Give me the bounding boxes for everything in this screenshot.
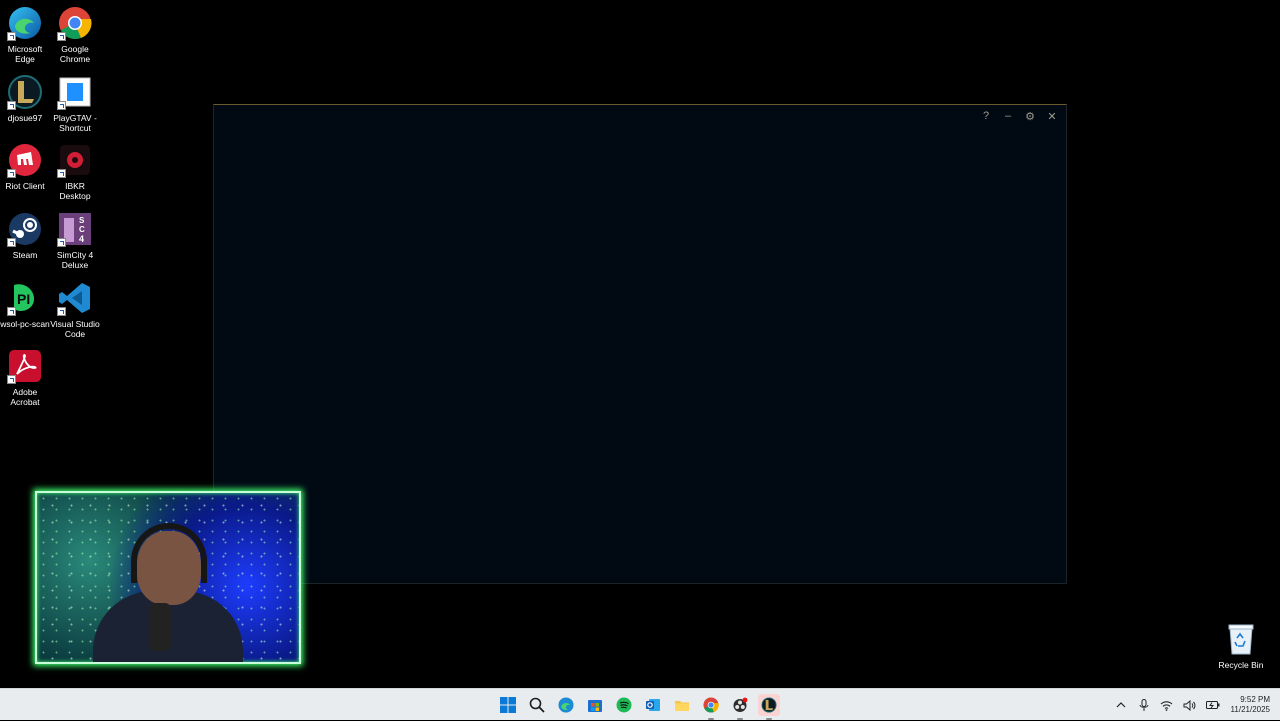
steam-icon [7,211,43,247]
desktop: Microsoft Edge djosue97 Riot Client Stea… [0,0,1280,688]
chrome-icon [57,5,93,41]
taskbar-spotify[interactable] [613,694,635,716]
spotify-icon [616,697,632,713]
league-of-legends-icon [7,74,43,110]
outlook-icon [646,699,660,711]
desktop-icon-label: djosue97 [7,113,43,123]
desktop-icon-label: Visual Studio Code [50,319,100,339]
desktop-icon-google-chrome[interactable]: Google Chrome [50,5,100,64]
taskbar-file-explorer[interactable] [671,694,693,716]
svg-text:C: C [79,225,85,234]
folder-icon [675,701,689,711]
chrome-icon [703,697,719,713]
clock-time: 9:52 PM [1240,695,1270,704]
file-shortcut-icon [57,74,93,110]
desktop-icon-label: SimCity 4 Deluxe [56,250,94,270]
desktop-icon-djosue97[interactable]: djosue97 [0,74,50,123]
desktop-icon-label: IBKR Desktop [59,181,91,201]
system-tray: 9:52 PM 11/21/2025 [1114,689,1280,721]
edge-icon [558,697,574,713]
taskbar-league-client[interactable] [758,694,780,720]
taskbar-clock[interactable]: 9:52 PM 11/21/2025 [1231,695,1270,715]
taskbar: 9:52 PM 11/21/2025 [0,688,1280,720]
league-of-legends-icon [761,697,777,713]
desktop-icon-visual-studio-code[interactable]: Visual Studio Code [50,280,100,339]
desktop-icon-wsol-pc-scan[interactable]: PI wsol-pc-scan [0,280,50,329]
svg-text:4: 4 [79,234,84,244]
desktop-icon-label: Google Chrome [59,44,91,64]
desktop-icon-label: Steam [12,250,38,260]
vscode-icon [57,280,93,316]
taskbar-apps [497,689,780,721]
taskbar-obs[interactable] [729,694,751,720]
svg-text:PI: PI [17,291,30,307]
windows-logo-icon [500,697,516,713]
desktop-icon-adobe-acrobat[interactable]: Adobe Acrobat [0,348,50,407]
ibkr-icon [57,142,93,178]
pycharm-icon: PI [7,280,43,316]
settings-button[interactable]: ⚙ [1022,108,1038,124]
wifi-icon[interactable] [1160,698,1174,712]
window-controls: ? – ⚙ ✕ [978,108,1060,124]
svg-text:S: S [79,216,85,225]
desktop-icon-simcity-4[interactable]: S C 4 SimCity 4 Deluxe [50,211,100,270]
desktop-icon-label: Riot Client [5,181,45,191]
recycle-bin-icon [1226,622,1256,656]
simcity-icon: S C 4 [57,211,93,247]
battery-icon[interactable] [1205,698,1220,712]
taskbar-outlook[interactable] [642,694,664,716]
help-button[interactable]: ? [978,108,994,124]
adobe-acrobat-icon [7,348,43,384]
league-client-window[interactable]: ? – ⚙ ✕ [213,104,1067,584]
search-button[interactable] [526,694,548,716]
clock-date: 11/21/2025 [1230,705,1270,714]
taskbar-edge[interactable] [555,694,577,716]
taskbar-store[interactable] [584,694,606,716]
microphone-icon[interactable] [1137,698,1151,712]
microsoft-store-icon [588,700,602,712]
webcam-overlay [35,491,301,664]
search-icon [529,697,545,713]
start-button[interactable] [497,694,519,716]
desktop-icon-label: Microsoft Edge [7,44,43,64]
edge-icon [7,5,43,41]
close-button[interactable]: ✕ [1044,108,1060,124]
recycle-bin-label: Recycle Bin [1218,660,1264,670]
desktop-icon-steam[interactable]: Steam [0,211,50,260]
desktop-icon-riot-client[interactable]: Riot Client [0,142,50,191]
desktop-icon-microsoft-edge[interactable]: Microsoft Edge [0,5,50,64]
desktop-icon-playgtav[interactable]: PlayGTAV - Shortcut [50,74,100,133]
microphone [149,603,171,651]
desktop-icon-ibkr-desktop[interactable]: IBKR Desktop [50,142,100,201]
riot-client-icon [7,142,43,178]
chevron-up-icon[interactable] [1114,698,1128,712]
obs-icon [733,697,748,712]
minimize-button[interactable]: – [1000,108,1016,124]
desktop-icon-label: wsol-pc-scan [0,319,50,329]
desktop-icon-recycle-bin[interactable]: Recycle Bin [1216,622,1266,670]
desktop-icon-label: PlayGTAV - Shortcut [53,113,97,133]
desktop-icon-label: Adobe Acrobat [10,387,40,407]
volume-icon[interactable] [1183,698,1197,712]
taskbar-chrome[interactable] [700,694,722,720]
